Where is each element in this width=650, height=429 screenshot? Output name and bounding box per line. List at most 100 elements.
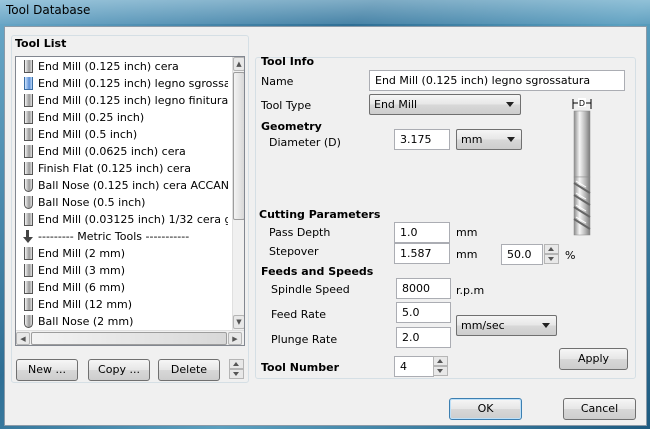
chevron-down-icon [506,102,514,107]
end-mill-icon [24,77,33,90]
tool-list-item-label: End Mill (0.125 inch) cera [38,60,179,73]
spindle-speed-unit: r.p.m [456,284,485,297]
stepover-percent-spinner[interactable] [544,244,559,265]
scroll-up-icon[interactable]: ▲ [233,57,244,71]
stepover-percent-unit: % [565,249,576,262]
scroll-thumb[interactable] [233,72,244,220]
increment-icon[interactable] [544,244,559,254]
tool-list-item[interactable]: Ball Nose (2 mm) [16,313,228,330]
tool-list-vertical-scrollbar[interactable]: ▲ ▼ [232,57,244,330]
pass-depth-label: Pass Depth [269,226,331,239]
diagram-d-label: D [579,99,585,108]
tool-list-item-label: Finish Flat (0.125 inch) cera [38,162,191,175]
tool-list-item[interactable]: Ball Nose (0.5 inch) [16,194,228,211]
end-mill-icon [24,281,33,294]
tool-list-item[interactable]: End Mill (0.5 inch) [16,126,228,143]
tool-list-item-label: End Mill (0.03125 inch) 1/32 cera guerc [38,213,228,226]
tool-list-item-label: Ball Nose (0.125 inch) cera ACCANNON [38,179,228,192]
tool-list-item-label: End Mill (0.25 inch) [38,111,145,124]
stepover-input[interactable]: 1.587 [394,243,450,264]
scroll-down-icon[interactable]: ▼ [233,315,244,329]
end-mill-icon [24,264,33,277]
end-mill-icon [24,298,33,311]
feed-rate-input[interactable]: 5.0 [396,302,451,323]
tool-list-item[interactable]: Finish Flat (0.125 inch) cera [16,160,228,177]
tool-list-item-label: End Mill (2 mm) [38,247,126,260]
rate-units-value: mm/sec [461,319,505,332]
tool-list-item-label: End Mill (0.125 inch) legno sgrossatura [38,77,228,90]
tool-type-dropdown[interactable]: End Mill [369,94,521,115]
horizontal-scroll-thumb[interactable] [31,332,227,345]
feeds-speeds-title: Feeds and Speeds [261,265,374,278]
copy-tool-button[interactable]: Copy ... [88,359,150,381]
tool-list-item[interactable]: Ball Nose (0.125 inch) cera ACCANNON [16,177,228,194]
tool-name-input[interactable]: End Mill (0.125 inch) legno sgrossatura [369,70,625,91]
move-up-icon[interactable] [229,359,244,369]
spindle-speed-input[interactable]: 8000 [396,278,451,299]
tool-list-item[interactable]: End Mill (2 mm) [16,245,228,262]
plunge-rate-label: Plunge Rate [271,333,338,346]
apply-button[interactable]: Apply [559,348,628,370]
pass-depth-unit: mm [456,226,478,239]
increment-icon[interactable] [433,356,448,366]
tool-list-item[interactable]: End Mill (0.125 inch) cera [16,58,228,75]
rate-units-dropdown[interactable]: mm/sec [456,315,557,336]
scroll-right-icon[interactable]: ▶ [228,332,242,345]
tool-list-item[interactable]: --------- Metric Tools ----------- [16,228,228,245]
stepover-percent-input[interactable]: 50.0 [501,244,543,265]
decrement-icon[interactable] [433,366,448,376]
tool-database-dialog: Tool List End Mill (0.125 inch) cera End … [4,26,647,426]
chevron-down-icon [507,137,515,142]
tool-number-input[interactable]: 4 [394,356,434,377]
tool-order-spinner[interactable] [229,359,244,380]
end-mill-icon [24,111,33,124]
geometry-units-dropdown[interactable]: mm [456,129,522,150]
tool-list-item-label: End Mill (0.0625 inch) cera [38,145,186,158]
title-bar[interactable]: Tool Database [0,0,650,24]
separator-arrow-icon [23,230,33,243]
tool-list-item[interactable]: End Mill (3 mm) [16,262,228,279]
tool-list-title: Tool List [15,37,67,50]
plunge-rate-input[interactable]: 2.0 [396,327,451,348]
tool-list-item[interactable]: End Mill (0.03125 inch) 1/32 cera guerc [16,211,228,228]
tool-list-item-label: End Mill (6 mm) [38,281,126,294]
tool-type-label: Tool Type [261,99,312,112]
tool-list-item[interactable]: End Mill (12 mm) [16,296,228,313]
tool-number-label: Tool Number [261,361,340,374]
tool-list-item-label: Ball Nose (0.5 inch) [38,196,146,209]
tool-list-horizontal-scrollbar[interactable]: ◀ ▶ [16,330,244,345]
tool-info-title: Tool Info [261,55,315,68]
pass-depth-input[interactable]: 1.0 [394,222,450,243]
scroll-left-icon[interactable]: ◀ [16,332,30,345]
end-mill-icon [24,145,33,158]
stepover-label: Stepover [269,245,319,258]
end-mill-icon [24,162,33,175]
tool-list-item-label: Ball Nose (2 mm) [38,315,134,328]
tool-list[interactable]: End Mill (0.125 inch) cera End Mill (0.12… [15,56,245,346]
end-mill-icon [24,94,33,107]
ball-nose-icon [24,196,33,209]
decrement-icon[interactable] [544,254,559,264]
tool-list-item[interactable]: End Mill (6 mm) [16,279,228,296]
tool-number-spinner[interactable] [433,356,448,377]
cancel-button[interactable]: Cancel [563,398,636,420]
move-down-icon[interactable] [229,369,244,379]
tool-list-item-label: End Mill (3 mm) [38,264,126,277]
tool-list-item[interactable]: End Mill (0.25 inch) [16,109,228,126]
diameter-label: Diameter (D) [269,136,341,149]
tool-type-value: End Mill [374,98,418,111]
tool-list-item[interactable]: End Mill (0.0625 inch) cera [16,143,228,160]
delete-tool-button[interactable]: Delete [158,359,220,381]
chevron-down-icon [542,323,550,328]
cutting-parameters-title: Cutting Parameters [259,208,381,221]
diameter-input[interactable]: 3.175 [394,129,450,150]
ok-button[interactable]: OK [449,398,522,420]
spindle-speed-label: Spindle Speed [271,283,350,296]
tool-list-item[interactable]: End Mill (0.125 inch) legno sgrossatura [16,75,228,92]
stepover-unit: mm [456,248,478,261]
new-tool-button[interactable]: New ... [16,359,78,381]
end-mill-icon [24,60,33,73]
tool-list-item[interactable]: End Mill (0.125 inch) legno finitura [16,92,228,109]
ball-nose-icon [24,315,33,328]
feed-rate-label: Feed Rate [271,308,326,321]
